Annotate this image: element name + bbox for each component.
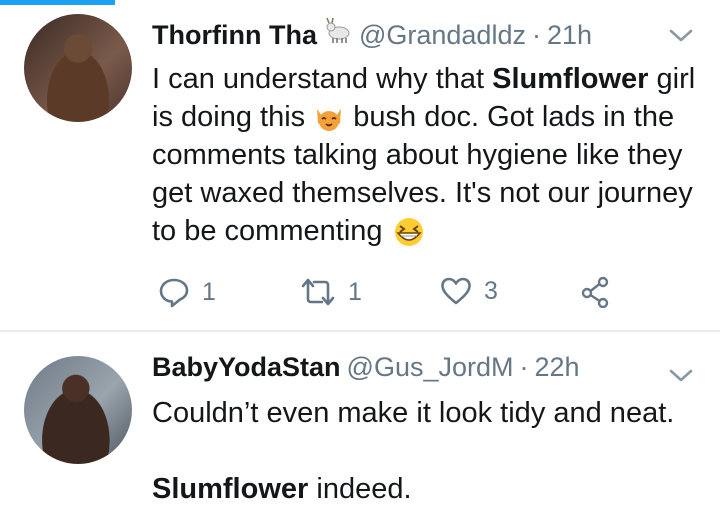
like-count: 3 [484, 276, 498, 305]
tweet-text: I can understand why that Slumflower gir… [152, 63, 696, 247]
display-name[interactable]: Thorfinn Tha [152, 20, 317, 51]
heart-icon [441, 277, 471, 305]
chevron-down-icon[interactable] [668, 28, 694, 44]
handle[interactable]: @Grandadldz [359, 20, 526, 51]
timestamp[interactable]: 21h [547, 20, 592, 51]
goat-icon [326, 17, 350, 43]
bold-text: Slumflower [152, 473, 309, 505]
avatar[interactable] [24, 14, 132, 122]
avatar[interactable] [24, 356, 132, 464]
display-name[interactable]: BabyYodaStan [152, 352, 341, 383]
grinning-face-icon [394, 218, 423, 247]
cat-face-icon [317, 109, 342, 132]
chevron-down-icon[interactable] [668, 368, 694, 384]
timestamp[interactable]: 22h [535, 352, 580, 383]
text-line: Slumflower indeed. [152, 473, 412, 505]
share-icon [581, 276, 609, 308]
tweet[interactable]: Thorfinn Tha @Grandadldz · 21h I can und… [0, 0, 720, 330]
tweet-actions: 1 1 3 [152, 276, 672, 310]
separator: · [531, 20, 541, 50]
retweet-icon [301, 278, 335, 306]
retweet-count: 1 [348, 277, 362, 306]
handle[interactable]: @Gus_JordM [347, 352, 514, 383]
share-button[interactable] [580, 276, 612, 308]
reply-button[interactable]: 1 [158, 276, 216, 308]
retweet-button[interactable]: 1 [300, 276, 362, 308]
bold-text: Slumflower [492, 63, 649, 95]
tweet-text: Couldn’t even make it look tidy and neat… [152, 394, 702, 508]
tweet-header: BabyYodaStan @Gus_JordM · 22h [152, 352, 580, 383]
reply-icon [159, 278, 189, 308]
like-button[interactable]: 3 [440, 276, 498, 306]
text-line: Couldn’t even make it look tidy and neat… [152, 397, 675, 429]
separator: · [519, 352, 529, 382]
reply-count: 1 [202, 277, 216, 306]
tweet-header: Thorfinn Tha @Grandadldz · 21h [152, 16, 592, 51]
tweet[interactable]: BabyYodaStan @Gus_JordM · 22h Couldn’t e… [0, 332, 720, 526]
